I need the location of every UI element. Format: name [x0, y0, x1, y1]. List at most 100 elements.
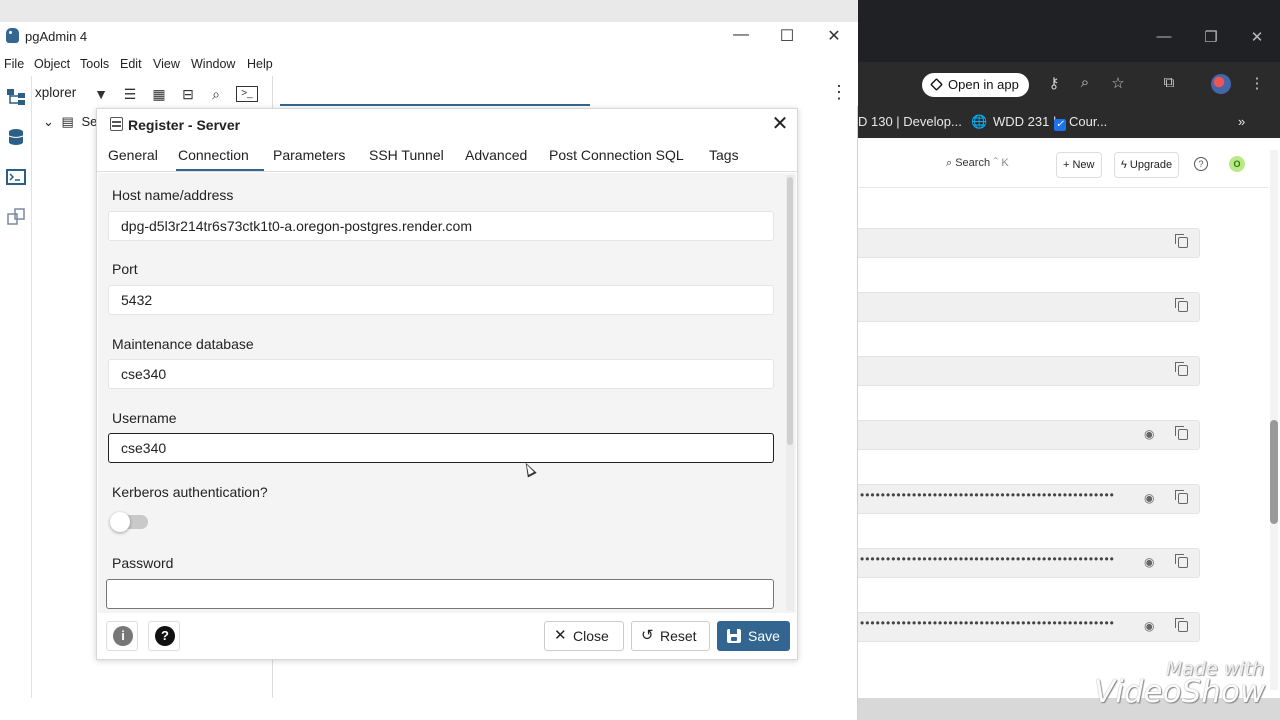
object-explorer-tab[interactable]: xplorer [35, 85, 76, 100]
dialog-header[interactable]: Register - Server ✕ [97, 109, 797, 140]
save-button[interactable]: Save [717, 621, 790, 651]
browser-close-button[interactable]: ✕ [1242, 28, 1272, 46]
pgadmin-window: pgAdmin 4 — ☐ ✕ File Object Tools Edit V… [0, 0, 858, 720]
copy-icon[interactable] [1175, 554, 1188, 568]
help-button[interactable]: ? [148, 621, 180, 651]
env-var-row: ••••••••••••••••••••••••••••••••••••••••… [858, 548, 1200, 578]
info-button[interactable]: i [106, 621, 138, 651]
upgrade-label: Upgrade [1129, 159, 1173, 171]
query-tool-icon[interactable]: ☰ [119, 84, 141, 104]
dialog-tabs: General Connection Parameters SSH Tunnel… [97, 140, 797, 172]
tab-ssh-tunnel[interactable]: SSH Tunnel [369, 147, 444, 163]
reset-button[interactable]: ↺ Reset [631, 621, 710, 651]
filtered-rows-icon[interactable]: ⊟ [177, 84, 199, 104]
copy-icon[interactable] [1175, 298, 1188, 312]
menu-help[interactable]: Help [247, 57, 273, 71]
database-icon[interactable] [6, 128, 26, 146]
tree-item-servers[interactable]: ⌄ ▤ Se [43, 114, 97, 130]
page-header: ⌕ Search ⌃ K + New ϟ Upgrade ? O [858, 138, 1268, 188]
more-options-icon[interactable]: ⋮ [830, 82, 848, 103]
save-icon [727, 629, 741, 643]
kerberos-toggle[interactable] [110, 512, 148, 532]
menu-tools[interactable]: Tools [80, 57, 109, 71]
close-button[interactable]: ✕ Close [544, 621, 624, 651]
bookmark-star-icon[interactable]: ☆ [1108, 74, 1128, 92]
username-label: Username [112, 410, 177, 426]
close-label: Close [573, 628, 609, 644]
browser-minimize-button[interactable]: — [1149, 28, 1179, 45]
tab-tags[interactable]: Tags [709, 147, 739, 163]
save-label: Save [748, 628, 780, 644]
copy-icon[interactable] [1175, 426, 1188, 440]
maintenance-db-input[interactable] [108, 359, 774, 389]
copy-icon[interactable] [1175, 234, 1188, 248]
password-input[interactable] [106, 579, 774, 609]
search-shortcut: ⌃ K [993, 157, 1009, 169]
browser-restore-button[interactable]: ❐ [1196, 28, 1226, 46]
filter-icon[interactable]: ▼ [90, 84, 112, 104]
bookmark-item[interactable]: ✓ Cour... [1054, 114, 1107, 131]
eye-icon[interactable]: ◉ [1144, 427, 1154, 441]
open-in-app-label: Open in app [948, 77, 1019, 92]
search-button[interactable]: ⌕ Search ⌃ K [946, 157, 1009, 170]
bookmark-item[interactable]: WDD 231 | [993, 114, 1056, 129]
avatar[interactable]: O [1229, 156, 1245, 172]
tab-parameters[interactable]: Parameters [273, 147, 345, 163]
browser-menu-icon[interactable]: ⋮ [1247, 74, 1267, 92]
dialog-close-icon[interactable]: ✕ [769, 113, 791, 135]
chevron-down-icon[interactable]: ⌄ [43, 114, 54, 129]
watermark-line2: VideoShow [1094, 674, 1266, 710]
browser-window: — ❐ ✕ Open in app ⚷ ⌕ ☆ ⧉ ⋮ D 130 | Deve… [858, 0, 1280, 720]
open-in-app-button[interactable]: Open in app [922, 73, 1029, 97]
new-button[interactable]: + New [1056, 152, 1102, 178]
psql-tool-icon[interactable]: >_ [236, 86, 258, 102]
password-key-icon[interactable]: ⚷ [1044, 74, 1064, 92]
search-objects-icon[interactable]: ⌕ [205, 84, 227, 104]
env-var-row [858, 292, 1200, 322]
pgadmin-titlebar [0, 22, 858, 52]
menu-window[interactable]: Window [191, 57, 235, 71]
eye-icon[interactable]: ◉ [1144, 491, 1154, 505]
maximize-button[interactable]: ☐ [777, 26, 797, 46]
host-input[interactable] [108, 211, 774, 241]
password-label: Password [112, 555, 174, 571]
profile-avatar[interactable] [1211, 74, 1231, 94]
bookmarks-overflow-icon[interactable]: » [1238, 114, 1245, 129]
upgrade-button[interactable]: ϟ Upgrade [1114, 152, 1180, 178]
minimize-button[interactable]: — [731, 26, 751, 44]
masked-value: ••••••••••••••••••••••••••••••••••••••••… [860, 552, 1115, 566]
object-explorer-icon[interactable] [6, 88, 26, 106]
menu-view[interactable]: View [153, 57, 180, 71]
page-scrollbar-thumb[interactable] [1270, 420, 1278, 524]
toggle-knob [110, 512, 130, 532]
terminal-icon[interactable] [6, 168, 26, 186]
server-icon [110, 117, 123, 131]
port-label: Port [112, 261, 138, 277]
masked-value: ••••••••••••••••••••••••••••••••••••••••… [860, 488, 1115, 502]
copy-icon[interactable] [1175, 490, 1188, 504]
close-window-button[interactable]: ✕ [824, 26, 844, 46]
port-input[interactable] [108, 285, 774, 315]
bookmark-item[interactable]: D 130 | Develop... [858, 114, 962, 129]
tab-general[interactable]: General [108, 147, 158, 163]
schema-diff-icon[interactable] [6, 208, 26, 226]
eye-icon[interactable]: ◉ [1144, 619, 1154, 633]
bookmark-label: Cour... [1069, 114, 1108, 129]
form-scrollbar-thumb[interactable] [787, 177, 793, 445]
tab-advanced[interactable]: Advanced [465, 147, 527, 163]
zoom-icon[interactable]: ⌕ [1075, 74, 1095, 91]
help-icon[interactable]: ? [1194, 157, 1208, 171]
copy-icon[interactable] [1175, 618, 1188, 632]
eye-icon[interactable]: ◉ [1144, 555, 1154, 569]
tab-post-connection-sql[interactable]: Post Connection SQL [549, 147, 684, 163]
watermark: Made with VideoShow [1090, 658, 1280, 718]
menu-edit[interactable]: Edit [120, 57, 142, 71]
menu-object[interactable]: Object [34, 57, 70, 71]
menu-file[interactable]: File [4, 57, 24, 71]
view-data-icon[interactable]: ▦ [148, 84, 170, 104]
tab-connection[interactable]: Connection [178, 147, 249, 163]
username-input[interactable] [108, 433, 774, 463]
extensions-icon[interactable]: ⧉ [1159, 74, 1179, 91]
connection-form: Host name/address Port Maintenance datab… [98, 173, 796, 613]
copy-icon[interactable] [1175, 362, 1188, 376]
